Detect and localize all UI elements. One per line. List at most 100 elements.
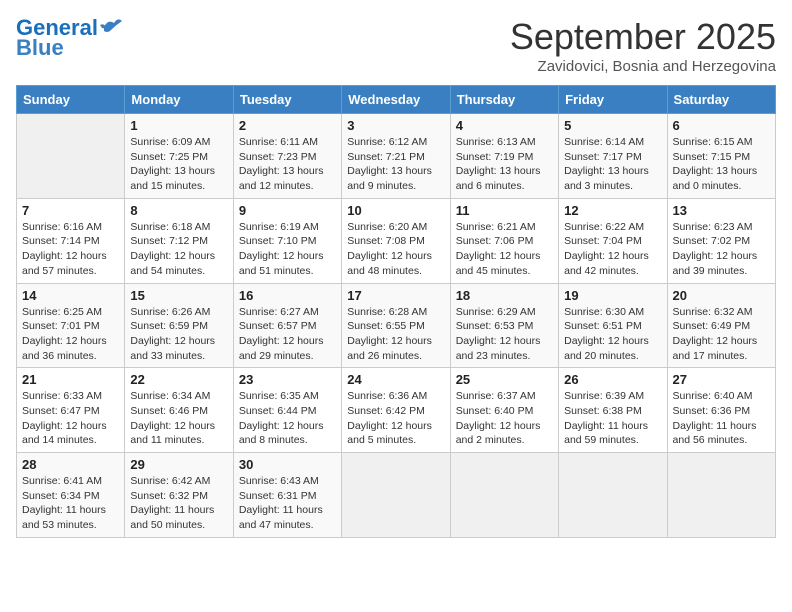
calendar-cell: 26 Sunrise: 6:39 AM Sunset: 6:38 PM Dayli… [559,368,667,453]
day-info: Sunrise: 6:23 AM Sunset: 7:02 PM Dayligh… [673,220,770,279]
calendar-cell: 5 Sunrise: 6:14 AM Sunset: 7:17 PM Daylig… [559,114,667,199]
day-number: 11 [456,203,553,218]
month-title: September 2025 [510,16,776,58]
calendar-cell: 22 Sunrise: 6:34 AM Sunset: 6:46 PM Dayli… [125,368,233,453]
weekday-header-row: SundayMondayTuesdayWednesdayThursdayFrid… [17,86,776,114]
day-info: Sunrise: 6:14 AM Sunset: 7:17 PM Dayligh… [564,135,661,194]
day-info: Sunrise: 6:12 AM Sunset: 7:21 PM Dayligh… [347,135,444,194]
calendar-cell: 23 Sunrise: 6:35 AM Sunset: 6:44 PM Dayli… [233,368,341,453]
day-number: 19 [564,288,661,303]
weekday-header-thursday: Thursday [450,86,558,114]
day-info: Sunrise: 6:13 AM Sunset: 7:19 PM Dayligh… [456,135,553,194]
day-number: 12 [564,203,661,218]
calendar-cell: 14 Sunrise: 6:25 AM Sunset: 7:01 PM Dayli… [17,283,125,368]
weekday-header-tuesday: Tuesday [233,86,341,114]
day-number: 3 [347,118,444,133]
day-number: 14 [22,288,119,303]
day-info: Sunrise: 6:21 AM Sunset: 7:06 PM Dayligh… [456,220,553,279]
day-info: Sunrise: 6:42 AM Sunset: 6:32 PM Dayligh… [130,474,227,533]
day-info: Sunrise: 6:30 AM Sunset: 6:51 PM Dayligh… [564,305,661,364]
day-number: 10 [347,203,444,218]
day-info: Sunrise: 6:28 AM Sunset: 6:55 PM Dayligh… [347,305,444,364]
day-number: 26 [564,372,661,387]
calendar-cell: 1Sunrise: 6:09 AM Sunset: 7:25 PM Daylig… [125,114,233,199]
calendar-cell: 15Sunrise: 6:26 AM Sunset: 6:59 PM Dayli… [125,283,233,368]
day-number: 9 [239,203,336,218]
day-info: Sunrise: 6:18 AM Sunset: 7:12 PM Dayligh… [130,220,227,279]
day-info: Sunrise: 6:22 AM Sunset: 7:04 PM Dayligh… [564,220,661,279]
calendar-cell: 28 Sunrise: 6:41 AM Sunset: 6:34 PM Dayli… [17,453,125,538]
day-info: Sunrise: 6:11 AM Sunset: 7:23 PM Dayligh… [239,135,336,194]
calendar-week-row: 21Sunrise: 6:33 AM Sunset: 6:47 PM Dayli… [17,368,776,453]
calendar-cell [667,453,775,538]
weekday-header-friday: Friday [559,86,667,114]
title-block: September 2025 Zavidovici, Bosnia and He… [510,16,776,75]
day-number: 17 [347,288,444,303]
calendar-cell: 27 Sunrise: 6:40 AM Sunset: 6:36 PM Dayli… [667,368,775,453]
calendar-cell: 24Sunrise: 6:36 AM Sunset: 6:42 PM Dayli… [342,368,450,453]
day-number: 24 [347,372,444,387]
calendar-cell [17,114,125,199]
calendar-table: SundayMondayTuesdayWednesdayThursdayFrid… [16,85,776,538]
day-info: Sunrise: 6:41 AM Sunset: 6:34 PM Dayligh… [22,474,119,533]
day-number: 29 [130,457,227,472]
day-info: Sunrise: 6:37 AM Sunset: 6:40 PM Dayligh… [456,389,553,448]
day-info: Sunrise: 6:19 AM Sunset: 7:10 PM Dayligh… [239,220,336,279]
day-info: Sunrise: 6:35 AM Sunset: 6:44 PM Dayligh… [239,389,336,448]
day-number: 25 [456,372,553,387]
day-number: 8 [130,203,227,218]
weekday-header-sunday: Sunday [17,86,125,114]
calendar-week-row: 1Sunrise: 6:09 AM Sunset: 7:25 PM Daylig… [17,114,776,199]
day-info: Sunrise: 6:16 AM Sunset: 7:14 PM Dayligh… [22,220,119,279]
calendar-cell: 16 Sunrise: 6:27 AM Sunset: 6:57 PM Dayli… [233,283,341,368]
day-info: Sunrise: 6:39 AM Sunset: 6:38 PM Dayligh… [564,389,661,448]
calendar-week-row: 7Sunrise: 6:16 AM Sunset: 7:14 PM Daylig… [17,198,776,283]
day-number: 20 [673,288,770,303]
day-info: Sunrise: 6:27 AM Sunset: 6:57 PM Dayligh… [239,305,336,364]
day-number: 2 [239,118,336,133]
day-number: 22 [130,372,227,387]
day-info: Sunrise: 6:20 AM Sunset: 7:08 PM Dayligh… [347,220,444,279]
logo-bird-icon [100,17,122,35]
calendar-cell: 29 Sunrise: 6:42 AM Sunset: 6:32 PM Dayli… [125,453,233,538]
day-info: Sunrise: 6:34 AM Sunset: 6:46 PM Dayligh… [130,389,227,448]
calendar-cell: 2 Sunrise: 6:11 AM Sunset: 7:23 PM Daylig… [233,114,341,199]
calendar-cell: 20 Sunrise: 6:32 AM Sunset: 6:49 PM Dayli… [667,283,775,368]
calendar-week-row: 14 Sunrise: 6:25 AM Sunset: 7:01 PM Dayli… [17,283,776,368]
weekday-header-wednesday: Wednesday [342,86,450,114]
day-info: Sunrise: 6:09 AM Sunset: 7:25 PM Dayligh… [130,135,227,194]
day-info: Sunrise: 6:32 AM Sunset: 6:49 PM Dayligh… [673,305,770,364]
calendar-cell [450,453,558,538]
day-info: Sunrise: 6:40 AM Sunset: 6:36 PM Dayligh… [673,389,770,448]
day-number: 28 [22,457,119,472]
calendar-cell: 6Sunrise: 6:15 AM Sunset: 7:15 PM Daylig… [667,114,775,199]
calendar-cell: 25 Sunrise: 6:37 AM Sunset: 6:40 PM Dayli… [450,368,558,453]
calendar-cell: 7Sunrise: 6:16 AM Sunset: 7:14 PM Daylig… [17,198,125,283]
day-info: Sunrise: 6:25 AM Sunset: 7:01 PM Dayligh… [22,305,119,364]
day-number: 21 [22,372,119,387]
day-number: 23 [239,372,336,387]
calendar-cell: 12 Sunrise: 6:22 AM Sunset: 7:04 PM Dayli… [559,198,667,283]
logo-blue-text: Blue [16,36,64,60]
calendar-cell: 3 Sunrise: 6:12 AM Sunset: 7:21 PM Daylig… [342,114,450,199]
weekday-header-monday: Monday [125,86,233,114]
calendar-body: 1Sunrise: 6:09 AM Sunset: 7:25 PM Daylig… [17,114,776,538]
calendar-week-row: 28 Sunrise: 6:41 AM Sunset: 6:34 PM Dayli… [17,453,776,538]
calendar-cell: 4 Sunrise: 6:13 AM Sunset: 7:19 PM Daylig… [450,114,558,199]
day-number: 16 [239,288,336,303]
page-header: General Blue September 2025 Zavidovici, … [16,16,776,75]
calendar-cell: 9 Sunrise: 6:19 AM Sunset: 7:10 PM Daylig… [233,198,341,283]
day-info: Sunrise: 6:29 AM Sunset: 6:53 PM Dayligh… [456,305,553,364]
calendar-header: SundayMondayTuesdayWednesdayThursdayFrid… [17,86,776,114]
day-number: 4 [456,118,553,133]
calendar-cell: 8 Sunrise: 6:18 AM Sunset: 7:12 PM Daylig… [125,198,233,283]
calendar-cell: 19 Sunrise: 6:30 AM Sunset: 6:51 PM Dayli… [559,283,667,368]
calendar-cell: 10 Sunrise: 6:20 AM Sunset: 7:08 PM Dayli… [342,198,450,283]
day-number: 15 [130,288,227,303]
day-info: Sunrise: 6:43 AM Sunset: 6:31 PM Dayligh… [239,474,336,533]
calendar-cell: 21Sunrise: 6:33 AM Sunset: 6:47 PM Dayli… [17,368,125,453]
day-number: 13 [673,203,770,218]
day-number: 5 [564,118,661,133]
day-number: 27 [673,372,770,387]
calendar-cell [559,453,667,538]
